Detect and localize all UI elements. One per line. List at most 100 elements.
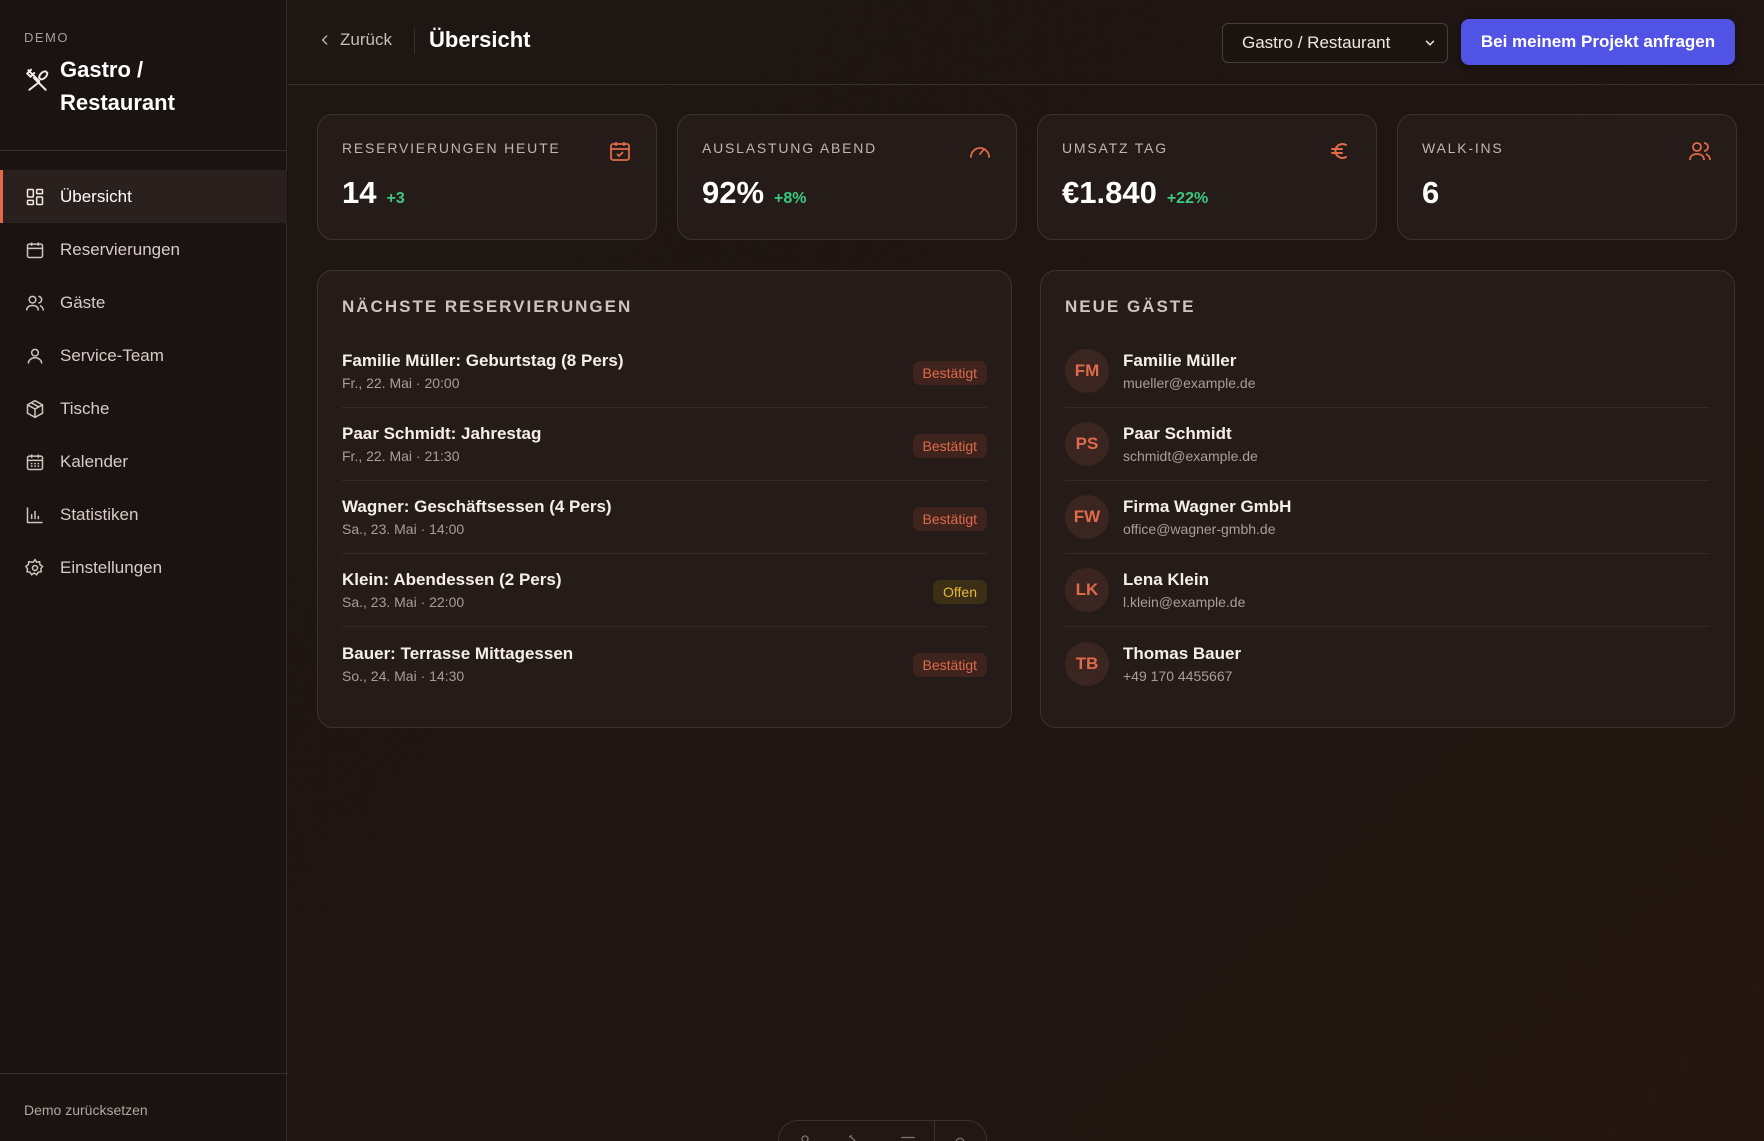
bar-chart-icon <box>24 504 46 526</box>
kpi-card-walk-ins: WALK-INS 6 <box>1397 114 1737 240</box>
guest-contact: office@wagner-gmbh.de <box>1123 521 1276 537</box>
dashboard-grid-icon <box>24 186 46 208</box>
reset-demo-link[interactable]: Demo zurücksetzen <box>24 1102 148 1118</box>
sidebar-item-gaeste[interactable]: Gäste <box>0 276 287 329</box>
package-icon <box>24 398 46 420</box>
status-badge: Bestätigt <box>912 653 987 677</box>
reservation-datetime: Fr., 22. Mai · 21:30 <box>342 448 460 464</box>
brand: DEMO Gastro / Restaurant <box>0 0 287 151</box>
reservation-datetime: Sa., 23. Mai · 14:00 <box>342 521 465 537</box>
dock-button-tools[interactable] <box>831 1133 883 1141</box>
back-label: Zurück <box>340 30 392 49</box>
dock-button-settings[interactable] <box>934 1133 986 1141</box>
sidebar-item-tische[interactable]: Tische <box>0 382 287 435</box>
sidebar-item-service-team[interactable]: Service-Team <box>0 329 287 382</box>
gauge-icon <box>970 147 990 158</box>
sidebar-item-einstellungen[interactable]: Einstellungen <box>0 541 287 594</box>
brand-title-line2: Restaurant <box>60 90 175 115</box>
euro-icon <box>1331 143 1347 159</box>
chevron-left-icon <box>321 35 328 45</box>
guest-contact: schmidt@example.de <box>1123 448 1258 464</box>
sidebar-item-label: Service-Team <box>60 345 164 365</box>
header-divider <box>414 28 415 54</box>
floating-dock <box>778 1120 987 1141</box>
guest-name: Thomas Bauer <box>1123 643 1242 663</box>
list-item[interactable]: FM Familie Müller mueller@example.de <box>1065 335 1710 408</box>
brand-title-line1: Gastro / <box>60 57 144 82</box>
demo-label: DEMO <box>24 30 69 45</box>
reservation-datetime: Sa., 23. Mai · 22:00 <box>342 594 465 610</box>
avatar: FW <box>1065 495 1109 539</box>
avatar: PS <box>1065 422 1109 466</box>
guest-contact: l.klein@example.de <box>1123 594 1246 610</box>
reservation-title: Klein: Abendessen (2 Pers) <box>342 570 562 589</box>
status-badge: Offen <box>933 580 987 604</box>
sidebar: DEMO Gastro / Restaurant Übersicht Reser… <box>0 0 288 1141</box>
users-icon <box>24 292 46 314</box>
industry-select[interactable]: Gastro / Restaurant <box>1222 23 1448 63</box>
status-badge: Bestätigt <box>912 361 987 385</box>
list-item[interactable]: Familie Müller: Geburtstag (8 Pers) Fr.,… <box>342 335 987 408</box>
calendar-days-icon <box>24 451 46 473</box>
sidebar-item-uebersicht[interactable]: Übersicht <box>0 170 287 223</box>
list-item[interactable]: Bauer: Terrasse Mittagessen So., 24. Mai… <box>342 627 987 700</box>
gear-icon <box>955 1137 965 1141</box>
reservation-datetime: So., 24. Mai · 14:30 <box>342 667 465 684</box>
industry-select-value: Gastro / Restaurant <box>1242 33 1391 52</box>
avatar: LK <box>1065 568 1109 612</box>
user-icon <box>801 1135 809 1141</box>
reservation-title: Bauer: Terrasse Mittagessen <box>342 643 574 663</box>
kpi-card-evening-occupancy: AUSLASTUNG ABEND 92% +8% <box>677 114 1017 240</box>
sidebar-item-label: Kalender <box>60 451 129 471</box>
kpi-delta: +3 <box>386 190 405 207</box>
guest-name: Familie Müller <box>1123 351 1237 370</box>
kpi-delta: +22% <box>1166 190 1209 207</box>
list-item[interactable]: Wagner: Geschäftsessen (4 Pers) Sa., 23.… <box>342 481 987 554</box>
sidebar-item-reservierungen[interactable]: Reservierungen <box>0 223 287 276</box>
reservation-datetime: Fr., 22. Mai · 20:00 <box>342 375 460 391</box>
kpi-card-daily-revenue: UMSATZ TAG €1.840 +22% <box>1037 114 1377 240</box>
new-guests-panel: NEUE GÄSTE FM Familie Müller mueller@exa… <box>1040 270 1735 728</box>
list-item[interactable]: PS Paar Schmidt schmidt@example.de <box>1065 408 1710 481</box>
kpi-value: 14 <box>342 175 377 210</box>
utensils-icon <box>849 1134 857 1141</box>
request-project-button[interactable]: Bei meinem Projekt anfragen <box>1461 19 1735 65</box>
list-item[interactable]: TB Thomas Bauer +49 170 4455667 <box>1065 627 1710 700</box>
chevron-down-icon <box>1425 40 1435 46</box>
gear-icon <box>24 557 46 579</box>
dock-button-person[interactable] <box>779 1133 831 1141</box>
utensils-crossed-icon <box>24 67 50 93</box>
page-title: Übersicht <box>429 27 531 52</box>
status-badge: Bestätigt <box>912 434 987 458</box>
upcoming-reservations-panel: NÄCHSTE RESERVIERUNGEN Familie Müller: G… <box>317 270 1012 728</box>
sidebar-item-statistiken[interactable]: Statistiken <box>0 488 287 541</box>
menu-icon <box>901 1136 915 1139</box>
guest-name: Lena Klein <box>1123 570 1209 589</box>
reservation-title: Wagner: Geschäftsessen (4 Pers) <box>342 497 612 516</box>
kpi-label: WALK-INS <box>1422 140 1504 156</box>
dock-button-menu[interactable] <box>882 1133 934 1141</box>
sidebar-item-label: Gäste <box>60 292 106 312</box>
panel-title: NÄCHSTE RESERVIERUNGEN <box>342 297 633 316</box>
sidebar-footer: Demo zurücksetzen <box>0 1073 288 1141</box>
kpi-label: AUSLASTUNG ABEND <box>702 140 878 156</box>
list-item[interactable]: Klein: Abendessen (2 Pers) Sa., 23. Mai … <box>342 554 987 627</box>
status-badge: Bestätigt <box>912 507 987 531</box>
kpi-value: 92% <box>702 175 765 210</box>
list-item[interactable]: LK Lena Klein l.klein@example.de <box>1065 554 1710 627</box>
sidebar-item-label: Übersicht <box>60 186 132 206</box>
sidebar-item-kalender[interactable]: Kalender <box>0 435 287 488</box>
back-button[interactable]: Zurück <box>318 30 392 50</box>
user-icon <box>24 345 46 367</box>
kpi-value: 6 <box>1422 175 1440 210</box>
kpi-card-reservations-today: RESERVIERUNGEN HEUTE 14 +3 <box>317 114 657 240</box>
guest-contact: +49 170 4455667 <box>1123 667 1233 684</box>
users-icon <box>1689 142 1711 161</box>
avatar: TB <box>1065 641 1109 686</box>
reservation-title: Paar Schmidt: Jahrestag <box>342 424 542 443</box>
list-item[interactable]: Paar Schmidt: Jahrestag Fr., 22. Mai · 2… <box>342 408 987 481</box>
sidebar-item-label: Reservierungen <box>60 239 181 259</box>
sidebar-item-label: Einstellungen <box>60 557 163 577</box>
topbar: Zurück Übersicht Gastro / Restaurant Bei… <box>288 0 1764 85</box>
list-item[interactable]: FW Firma Wagner GmbH office@wagner-gmbh.… <box>1065 481 1710 554</box>
